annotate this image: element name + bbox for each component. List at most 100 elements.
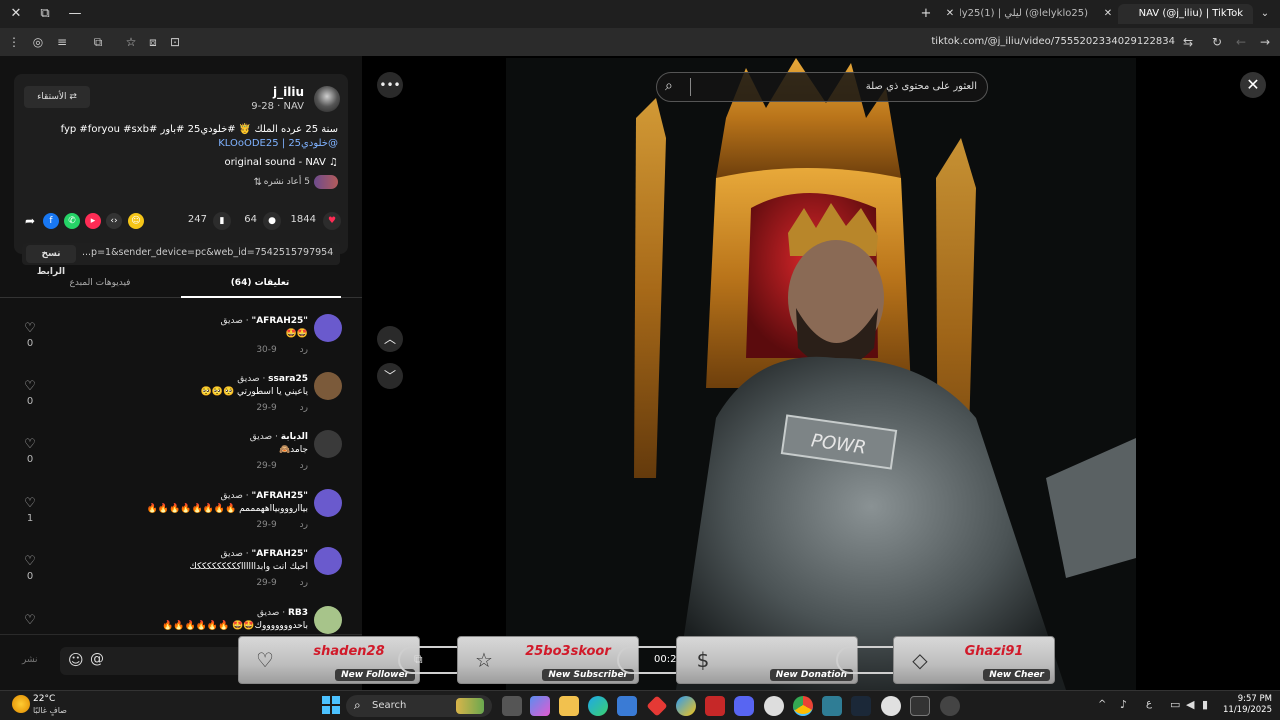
comment-avatar[interactable]: [314, 547, 342, 575]
ie-icon[interactable]: [676, 696, 696, 716]
comment-reply[interactable]: رد: [300, 461, 308, 471]
next-video-button[interactable]: ﹀: [377, 363, 403, 389]
back-icon[interactable]: →: [1255, 32, 1275, 52]
volume-icon[interactable]: ◀: [1186, 698, 1194, 711]
collections-icon[interactable]: ⧈: [143, 32, 163, 52]
creator-avatar[interactable]: [314, 86, 340, 112]
switch-button[interactable]: الأستقاء ⇄: [24, 86, 90, 108]
previous-video-button[interactable]: ︿: [377, 326, 403, 352]
taskbar-search[interactable]: ⌕ Search: [346, 695, 492, 717]
comment-avatar[interactable]: [314, 489, 342, 517]
input-language[interactable]: ع: [1146, 698, 1152, 709]
comment-like-icon[interactable]: ♡: [23, 322, 37, 336]
app-notify-icon[interactable]: [940, 696, 960, 716]
post-comment-button[interactable]: نشر: [22, 655, 38, 665]
comment-reply[interactable]: رد: [300, 520, 308, 530]
copilot-icon[interactable]: [530, 696, 550, 716]
share-arrow-icon[interactable]: ➦: [22, 213, 38, 229]
anydesk-icon[interactable]: [646, 695, 668, 717]
file-explorer-icon[interactable]: [559, 696, 579, 716]
share-link-text[interactable]: ...p=1&sender_device=pc&web_id=754251579…: [82, 247, 334, 258]
tab-creator-videos[interactable]: فيديوهات المبدع: [40, 278, 160, 288]
tab-tiktok-active[interactable]: NAV (@j_iliu) | TikTok: [1118, 4, 1253, 24]
comment-like-icon[interactable]: ♡: [23, 555, 37, 569]
screenshot-icon[interactable]: ⊡: [165, 32, 185, 52]
emoji-icon[interactable]: ☺: [68, 651, 84, 669]
comment-author[interactable]: ssara25 · صديق: [237, 374, 308, 384]
tab-lely[interactable]: (lelyklo25@) ليلي | Lely25(1): [960, 4, 1088, 24]
new-tab-icon[interactable]: +: [914, 4, 938, 24]
terminal-icon[interactable]: [910, 696, 930, 716]
site-settings-icon[interactable]: ⇆: [1178, 32, 1198, 52]
bookmark-star-icon[interactable]: ☆: [121, 32, 141, 52]
reading-list-icon[interactable]: ≡: [52, 32, 72, 52]
window-minimize-button[interactable]: —: [63, 4, 87, 24]
network-icon[interactable]: ▭: [1170, 698, 1180, 711]
comment-like-icon[interactable]: ♡: [23, 614, 37, 628]
comment-author[interactable]: الدبابة · صديق: [250, 432, 308, 442]
menu-dots-icon[interactable]: ⋮: [4, 32, 24, 52]
tab-comments[interactable]: (64) تعليقات: [200, 278, 320, 288]
weather-temp[interactable]: 22°C: [33, 694, 55, 704]
weather-icon[interactable]: [12, 695, 30, 713]
copy-link-button[interactable]: نسخ الرابط: [26, 245, 76, 277]
settings-gear-icon[interactable]: [764, 696, 784, 716]
comment-avatar[interactable]: [314, 606, 342, 634]
more-options-icon[interactable]: •••: [377, 72, 403, 98]
like-heart-icon[interactable]: ♥: [323, 212, 341, 230]
comment-like-icon[interactable]: ♡: [23, 497, 37, 511]
bookmark-icon[interactable]: ▮: [213, 212, 231, 230]
video-frame[interactable]: POWR: [506, 58, 1136, 690]
clock-time[interactable]: 9:57 PM: [1224, 694, 1272, 704]
window-close-button[interactable]: ✕: [4, 4, 28, 24]
creator-username[interactable]: j_iliu: [273, 85, 304, 99]
comment-avatar[interactable]: [314, 430, 342, 458]
coin-icon[interactable]: ☺: [128, 213, 144, 229]
comment-author[interactable]: RB3 · صديق: [257, 608, 308, 618]
comment-author[interactable]: "AFRAH25" · صديق: [221, 549, 308, 559]
comment-avatar[interactable]: [314, 372, 342, 400]
address-bar-url[interactable]: tiktok.com/@j_iliu/video/755520233402912…: [900, 32, 1175, 52]
microphone-icon[interactable]: ♪: [1120, 698, 1127, 711]
discord-icon[interactable]: [734, 696, 754, 716]
comment-like-icon[interactable]: ♡: [23, 438, 37, 452]
related-content-search[interactable]: ⌕ العثور على محتوى ذي صلة: [656, 72, 988, 102]
comment-icon[interactable]: ●: [263, 212, 281, 230]
facebook-icon[interactable]: f: [43, 213, 59, 229]
whatsapp-icon[interactable]: ✆: [64, 213, 80, 229]
comment-author[interactable]: "AFRAH25" · صديق: [221, 316, 308, 326]
comment-reply[interactable]: رد: [300, 403, 308, 413]
shield-app-icon[interactable]: [705, 696, 725, 716]
comment-reply[interactable]: رد: [300, 345, 308, 355]
profile-icon[interactable]: ◎: [28, 32, 48, 52]
edge-icon[interactable]: [588, 696, 608, 716]
comment-avatar[interactable]: [314, 314, 342, 342]
tray-overflow-icon[interactable]: ^: [1098, 699, 1106, 710]
tab-close-icon[interactable]: ✕: [1096, 4, 1120, 24]
send-icon[interactable]: ▸: [85, 213, 101, 229]
embed-icon[interactable]: ‹›: [106, 213, 122, 229]
original-sound[interactable]: original sound - NAV ♫: [224, 157, 338, 168]
comment-author[interactable]: "AFRAH25" · صديق: [221, 491, 308, 501]
battery-icon[interactable]: ▮: [1202, 698, 1208, 711]
window-restore-button[interactable]: ⧉: [33, 4, 57, 24]
steam-icon[interactable]: [851, 696, 871, 716]
photos-icon[interactable]: [822, 696, 842, 716]
search-icon[interactable]: ⌕: [665, 78, 673, 94]
obs-icon[interactable]: [881, 696, 901, 716]
close-video-button[interactable]: ✕: [1240, 72, 1266, 98]
weather-desc[interactable]: صافٍ غالبًا: [33, 706, 67, 715]
forward-icon[interactable]: ←: [1231, 32, 1251, 52]
comment-like-icon[interactable]: ♡: [23, 380, 37, 394]
tab-close-icon[interactable]: ✕: [938, 4, 962, 24]
tab-list-icon[interactable]: ⌄: [1253, 4, 1277, 24]
reload-icon[interactable]: ↻: [1207, 32, 1227, 52]
post-caption-line2[interactable]: @خلودي25 | KLOoODE25: [218, 138, 338, 149]
windows-start-icon[interactable]: [322, 696, 340, 714]
clock-date[interactable]: 11/19/2025: [1220, 705, 1272, 715]
chrome-icon[interactable]: [793, 696, 813, 716]
task-view-icon[interactable]: [502, 696, 522, 716]
mention-icon[interactable]: @: [90, 651, 104, 667]
comment-reply[interactable]: رد: [300, 578, 308, 588]
extensions-icon[interactable]: ⧉: [88, 32, 108, 52]
